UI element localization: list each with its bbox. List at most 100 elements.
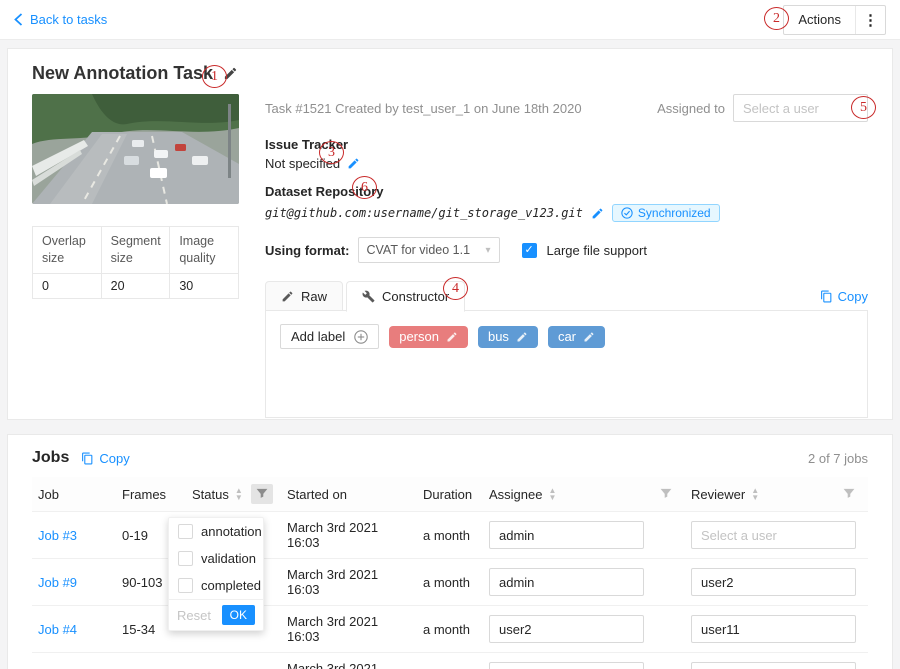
filter-checkbox-validation[interactable]	[178, 551, 193, 566]
edit-issue-tracker-icon[interactable]	[347, 157, 360, 170]
task-details-card: New Annotation Task	[7, 48, 893, 420]
raw-edit-icon	[281, 290, 294, 303]
task-meta-text: Task #1521 Created by test_user_1 on Jun…	[265, 94, 582, 116]
add-label-text: Add label	[291, 329, 345, 344]
duration-cell: a month	[417, 606, 483, 653]
param-header-segment: Segment size	[101, 227, 170, 274]
job-link[interactable]: Job #9	[38, 575, 77, 590]
edit-repository-icon[interactable]	[591, 207, 604, 220]
col-duration-label: Duration	[423, 487, 472, 502]
tab-raw-label: Raw	[301, 289, 327, 304]
col-frames: Frames	[116, 477, 186, 512]
assignee-input[interactable]	[489, 662, 644, 669]
label-chip-bus-name: bus	[488, 329, 509, 344]
edit-label-icon[interactable]	[583, 331, 595, 343]
col-duration: Duration	[417, 477, 483, 512]
assigned-to-label: Assigned to	[657, 101, 725, 116]
label-chip-bus[interactable]: bus	[478, 326, 538, 348]
assignee-sorter-icon[interactable]: ▲▼	[548, 487, 556, 501]
labels-copy-label: Copy	[838, 289, 868, 304]
assigned-to-input[interactable]	[733, 94, 868, 122]
top-bar: Back to tasks Actions ⋮	[0, 0, 900, 40]
table-row: Job #4 15-34 March 3rd 2021 16:03 a mont…	[32, 606, 868, 653]
job-link[interactable]: Job #4	[38, 622, 77, 637]
col-status: Status ▲▼	[186, 477, 281, 512]
reviewer-input[interactable]	[691, 568, 856, 596]
constructor-panel: Add label person bus car	[265, 310, 868, 418]
more-vertical-icon[interactable]: ⋮	[855, 6, 885, 34]
col-job-label: Job	[38, 487, 59, 502]
duration-cell: a month	[417, 653, 483, 669]
reviewer-filter-icon[interactable]	[838, 484, 860, 504]
labels-copy-button[interactable]: Copy	[820, 289, 868, 311]
large-file-label: Large file support	[547, 243, 647, 258]
dataset-repository-url: git@github.com:username/git_storage_v123…	[265, 206, 583, 220]
assignee-input[interactable]	[489, 615, 644, 643]
large-file-checkbox[interactable]	[522, 243, 537, 258]
filter-checkbox-completed[interactable]	[178, 578, 193, 593]
label-chip-car-name: car	[558, 329, 576, 344]
duration-cell: a month	[417, 512, 483, 559]
reviewer-input[interactable]	[691, 521, 856, 549]
filter-label-completed: completed	[201, 578, 261, 593]
task-thumbnail	[32, 94, 239, 204]
assignee-input[interactable]	[489, 521, 644, 549]
jobs-copy-button[interactable]: Copy	[81, 451, 129, 466]
col-status-label[interactable]: Status	[192, 487, 229, 502]
label-chip-person[interactable]: person	[389, 326, 468, 348]
back-to-tasks-link[interactable]: Back to tasks	[14, 12, 107, 27]
task-params-table: Overlap size Segment size Image quality …	[32, 226, 239, 299]
constructor-tool-icon	[362, 290, 375, 303]
reviewer-sorter-icon[interactable]: ▲▼	[751, 487, 759, 501]
format-select-value: CVAT for video 1.1	[367, 243, 471, 257]
reviewer-input[interactable]	[691, 615, 856, 643]
started-cell: March 3rd 2021 16:03	[281, 559, 417, 606]
filter-option-annotation[interactable]: annotation	[169, 518, 263, 545]
status-filter-icon[interactable]	[251, 484, 273, 504]
col-assignee-label[interactable]: Assignee	[489, 487, 542, 502]
actions-label: Actions	[784, 6, 855, 34]
select-caret-icon: ▾	[485, 245, 490, 256]
add-label-button[interactable]: Add label	[280, 324, 379, 349]
filter-option-validation[interactable]: validation	[169, 545, 263, 572]
col-started: Started on	[281, 477, 417, 512]
tab-constructor[interactable]: Constructor	[346, 281, 465, 312]
col-frames-label: Frames	[122, 487, 166, 502]
table-row: Job #9 90-103 March 3rd 2021 16:03 a mon…	[32, 559, 868, 606]
assignee-input[interactable]	[489, 568, 644, 596]
tab-raw[interactable]: Raw	[265, 281, 343, 311]
filter-option-completed[interactable]: completed	[169, 572, 263, 599]
format-select[interactable]: CVAT for video 1.1 ▾	[358, 237, 500, 263]
dataset-repository-label: Dataset Repository	[265, 184, 868, 199]
col-job: Job	[32, 477, 116, 512]
filter-label-annotation: annotation	[201, 524, 262, 539]
param-header-quality: Image quality	[170, 227, 239, 274]
col-reviewer-label[interactable]: Reviewer	[691, 487, 745, 502]
frames-cell: 75-94	[116, 653, 186, 669]
actions-button[interactable]: Actions ⋮	[783, 5, 886, 35]
filter-ok-button[interactable]: OK	[222, 605, 255, 625]
started-cell: March 3rd 2021 16:03	[281, 653, 417, 669]
reviewer-input[interactable]	[691, 662, 856, 669]
jobs-copy-label: Copy	[99, 451, 129, 466]
label-chip-car[interactable]: car	[548, 326, 605, 348]
edit-label-icon[interactable]	[446, 331, 458, 343]
jobs-table: Job Frames Status ▲▼ Started on Duration	[32, 477, 868, 669]
param-header-overlap: Overlap size	[33, 227, 102, 274]
col-started-label: Started on	[287, 487, 347, 502]
table-row: Job #8 75-94 completed March 3rd 2021 16…	[32, 653, 868, 669]
filter-checkbox-annotation[interactable]	[178, 524, 193, 539]
edit-label-icon[interactable]	[516, 331, 528, 343]
copy-icon	[820, 290, 833, 303]
copy-icon	[81, 452, 94, 465]
job-link[interactable]: Job #3	[38, 528, 77, 543]
status-sorter-icon[interactable]: ▲▼	[235, 487, 243, 501]
assignee-filter-icon[interactable]	[655, 484, 677, 504]
tab-constructor-label: Constructor	[382, 289, 449, 304]
back-to-tasks-label: Back to tasks	[30, 12, 107, 27]
filter-label-validation: validation	[201, 551, 256, 566]
edit-task-name-icon[interactable]	[223, 66, 238, 81]
filter-reset-button[interactable]: Reset	[177, 608, 211, 623]
labels-tabbar: Raw Constructor Copy	[265, 281, 868, 311]
duration-cell: a month	[417, 559, 483, 606]
